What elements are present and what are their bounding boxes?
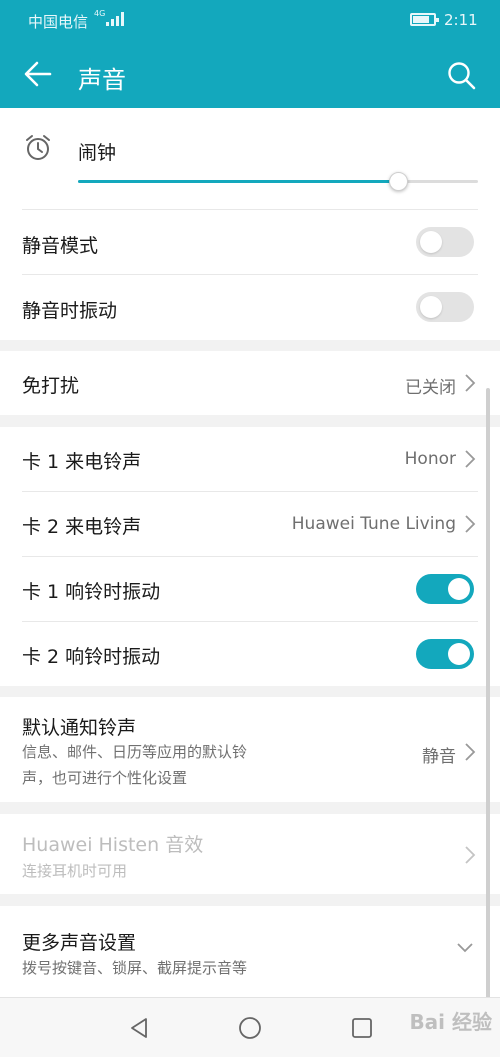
more-sound-card: 更多声音设置 拨号按键音、锁屏、截屏提示音等 (0, 906, 500, 997)
notification-ringtone-label: 默认通知铃声 (22, 717, 137, 739)
sim2-vibrate-label: 卡 2 响铃时振动 (22, 646, 161, 668)
silent-vibrate-label: 静音时振动 (22, 300, 118, 322)
sim1-ringtone-row[interactable]: 卡 1 来电铃声 Honor (0, 427, 500, 491)
chevron-right-icon (465, 743, 476, 761)
sim1-vibrate-label: 卡 1 响铃时振动 (22, 581, 161, 603)
notification-ringtone-row[interactable]: 默认通知铃声 信息、邮件、日历等应用的默认铃 声，也可进行个性化设置 静音 (0, 697, 500, 802)
sim1-ringtone-label: 卡 1 来电铃声 (22, 451, 142, 473)
histen-desc: 连接耳机时可用 (22, 862, 128, 880)
recents-square-icon[interactable] (350, 1016, 374, 1040)
sim2-vibrate-toggle[interactable] (416, 639, 474, 669)
dnd-value: 已关闭 (405, 378, 456, 398)
chevron-right-icon (465, 515, 476, 533)
signal-icon (106, 12, 124, 26)
sim1-vibrate-toggle[interactable] (416, 574, 474, 604)
app-bar: 声音 (0, 40, 500, 108)
search-icon[interactable] (446, 60, 476, 90)
settings-list[interactable]: 闹钟 静音模式 静音时振动 免打扰 已关闭 卡 1 来电铃声 Honor 卡 2… (0, 108, 500, 997)
volume-card: 闹钟 静音模式 静音时振动 (0, 108, 500, 340)
dnd-label: 免打扰 (22, 375, 80, 397)
alarm-volume-slider[interactable] (78, 172, 478, 192)
carrier-name: 中国电信 (28, 13, 89, 31)
nav-bar: Bai 经验 (0, 997, 500, 1057)
alarm-clock-icon (26, 135, 50, 160)
sim2-ringtone-label: 卡 2 来电铃声 (22, 516, 142, 538)
back-arrow-icon[interactable] (22, 58, 54, 90)
scrollbar[interactable] (486, 388, 490, 997)
ringtone-card: 卡 1 来电铃声 Honor 卡 2 来电铃声 Huawei Tune Livi… (0, 427, 500, 686)
chevron-down-icon (457, 943, 473, 953)
notification-card: 默认通知铃声 信息、邮件、日历等应用的默认铃 声，也可进行个性化设置 静音 (0, 697, 500, 802)
silent-mode-toggle[interactable] (416, 227, 474, 257)
chevron-right-icon (465, 846, 476, 864)
page-title: 声音 (78, 66, 126, 94)
silent-mode-label: 静音模式 (22, 235, 99, 257)
histen-card: Huawei Histen 音效 连接耳机时可用 (0, 814, 500, 894)
status-bar: 中国电信 4G 2:11 (0, 0, 500, 40)
notification-ringtone-value: 静音 (422, 747, 456, 767)
sim1-ringtone-value: Honor (404, 449, 456, 469)
chevron-right-icon (465, 374, 476, 392)
battery-icon (410, 13, 439, 26)
sim1-vibrate-row[interactable]: 卡 1 响铃时振动 (0, 557, 500, 621)
clock: 2:11 (444, 11, 478, 29)
slider-thumb[interactable] (389, 172, 408, 191)
silent-mode-row[interactable]: 静音模式 (0, 210, 500, 275)
sim2-vibrate-row[interactable]: 卡 2 响铃时振动 (0, 622, 500, 686)
home-circle-icon[interactable] (238, 1016, 262, 1040)
silent-vibrate-row[interactable]: 静音时振动 (0, 275, 500, 340)
notification-desc-line2: 声，也可进行个性化设置 (22, 769, 188, 787)
watermark: Bai 经验 (409, 1010, 492, 1034)
back-triangle-icon[interactable] (127, 1016, 151, 1040)
sim2-ringtone-row[interactable]: 卡 2 来电铃声 Huawei Tune Living (0, 492, 500, 556)
dnd-row[interactable]: 免打扰 已关闭 (0, 351, 500, 415)
sim2-ringtone-value: Huawei Tune Living (291, 514, 456, 534)
more-sound-row[interactable]: 更多声音设置 拨号按键音、锁屏、截屏提示音等 (0, 906, 500, 997)
slider-fill (78, 180, 398, 183)
silent-vibrate-toggle[interactable] (416, 292, 474, 322)
chevron-right-icon (465, 450, 476, 468)
alarm-volume-label: 闹钟 (78, 142, 117, 164)
histen-row[interactable]: Huawei Histen 音效 连接耳机时可用 (0, 814, 500, 894)
histen-label: Huawei Histen 音效 (22, 834, 204, 856)
more-sound-label: 更多声音设置 (22, 932, 137, 954)
notification-desc-line1: 信息、邮件、日历等应用的默认铃 (22, 743, 248, 761)
network-type: 4G (94, 9, 106, 18)
more-sound-desc: 拨号按键音、锁屏、截屏提示音等 (22, 959, 248, 977)
dnd-card: 免打扰 已关闭 (0, 351, 500, 415)
